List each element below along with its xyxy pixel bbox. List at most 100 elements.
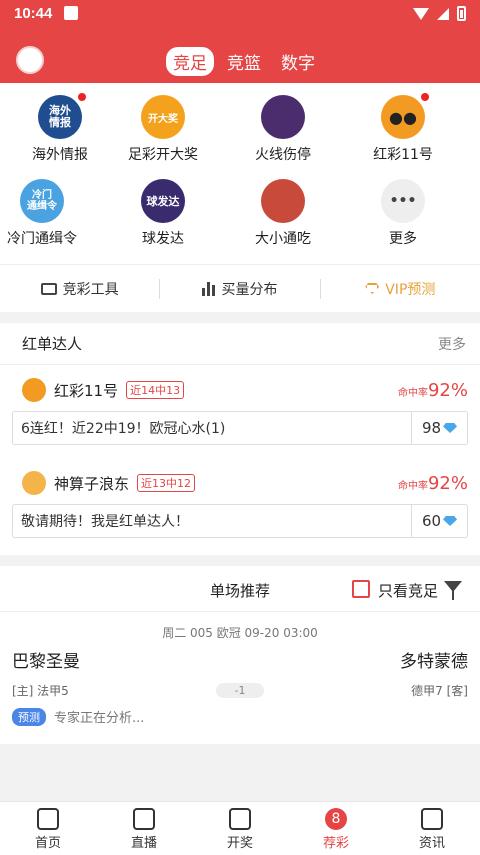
match-meta: 周二 005 欧冠 09-20 03:00 bbox=[162, 626, 318, 640]
feature-label: 火线伤停 bbox=[255, 147, 311, 163]
cold-wanted-icon: 冷门 通缉令 bbox=[20, 179, 64, 223]
feature-grid: 海外 情报 海外情报 开大奖 足彩开大奖 火线伤停 ●● 红彩11号 冷门 通缉令 … bbox=[0, 83, 480, 264]
expert-item[interactable]: 红彩11号 近14中13 命中率92% 6连红！近22中19！欧冠心水(1) 9… bbox=[0, 373, 480, 445]
pick-box[interactable]: 6连红！近22中19！欧冠心水(1) 98 bbox=[12, 411, 468, 445]
more-dots-icon: ••• bbox=[381, 179, 425, 223]
signal-icon bbox=[437, 7, 449, 20]
away-info: 德甲7 [客] bbox=[411, 684, 468, 698]
pick-text: 6连红！近22中19！欧冠心水(1) bbox=[21, 421, 226, 437]
battery-icon bbox=[457, 6, 466, 21]
red-list-card: 红单达人 更多 红彩11号 近14中13 命中率92% 6连红！近22中19！欧… bbox=[0, 323, 480, 555]
overseas-intel-icon: 海外 情报 bbox=[38, 93, 86, 139]
nav-label: 资讯 bbox=[418, 836, 445, 851]
feature-hongcai-11[interactable]: ●● 红彩11号 bbox=[343, 93, 463, 164]
recommend-header: 单场推荐 只看竞足 bbox=[0, 566, 480, 612]
news-icon bbox=[421, 808, 443, 830]
expert-item[interactable]: 神算子浪东 近13中12 命中率92% 敬请期待！我是红单达人！ 60 bbox=[0, 466, 480, 538]
nav-live[interactable]: 直播 bbox=[96, 802, 192, 855]
match-card[interactable]: 周二 005 欧冠 09-20 03:00 巴黎圣曼 多特蒙德 [主] 法甲5 … bbox=[0, 624, 480, 726]
play-icon bbox=[133, 808, 155, 830]
expert-avatar bbox=[22, 378, 46, 402]
big-prize-icon: 开大奖 bbox=[141, 95, 185, 139]
badge-dot bbox=[421, 93, 429, 101]
only-jingzu-label[interactable]: 只看竞足 bbox=[378, 580, 438, 601]
nav-label: 首页 bbox=[34, 836, 61, 851]
handicap-badge: -1 bbox=[216, 683, 264, 698]
tool-label: 买量分布 bbox=[221, 281, 278, 298]
home-icon bbox=[37, 808, 59, 830]
status-bar: 10:44 bbox=[0, 0, 480, 28]
feature-more[interactable]: ••• 更多 bbox=[343, 179, 463, 248]
home-info: [主] 法甲5 bbox=[12, 684, 69, 698]
bar-chart-icon bbox=[202, 281, 216, 296]
trophy-icon bbox=[229, 808, 251, 830]
feature-label: 红彩11号 bbox=[373, 147, 433, 163]
feature-label: 更多 bbox=[389, 231, 417, 247]
pick-price[interactable]: 60 bbox=[411, 505, 467, 537]
home-team: 巴黎圣曼 bbox=[12, 652, 80, 672]
red-list-header: 红单达人 更多 bbox=[0, 323, 480, 365]
only-jingzu-checkbox[interactable] bbox=[352, 580, 370, 598]
badge-dot bbox=[78, 93, 86, 101]
feature-cold-wanted[interactable]: 冷门 通缉令 冷门通缉令 bbox=[0, 179, 102, 248]
price-value: 98 bbox=[421, 419, 442, 437]
player-injury-icon bbox=[261, 95, 305, 139]
record-badge: 近13中12 bbox=[137, 474, 196, 492]
notification-icon bbox=[64, 6, 78, 20]
away-team: 多特蒙德 bbox=[400, 652, 468, 672]
diamond-icon bbox=[365, 283, 380, 294]
nav-home[interactable]: 首页 bbox=[0, 802, 96, 855]
diamond-icon bbox=[443, 423, 458, 433]
nav-label: 直播 bbox=[130, 836, 157, 851]
user-avatar[interactable] bbox=[16, 46, 44, 74]
feature-label: 大小通吃 bbox=[255, 231, 311, 247]
lottery-tabs: 竞足 竞篮 数字 bbox=[166, 47, 322, 76]
hit-rate: 命中率92% bbox=[398, 380, 468, 401]
hit-rate-label: 命中率 bbox=[397, 387, 428, 399]
tab-jingzu[interactable]: 竞足 bbox=[166, 47, 214, 76]
nav-label: 荐彩 bbox=[322, 836, 349, 851]
hit-rate-value: 92% bbox=[427, 472, 468, 494]
feature-injuries[interactable]: 火线伤停 bbox=[223, 95, 343, 164]
buy-distribution-button[interactable]: 买量分布 bbox=[160, 279, 319, 299]
pick-box[interactable]: 敬请期待！我是红单达人！ 60 bbox=[12, 504, 468, 538]
nav-recommend[interactable]: 8 荐彩 bbox=[288, 802, 384, 855]
single-match-recommend: 单场推荐 只看竞足 周二 005 欧冠 09-20 03:00 巴黎圣曼 多特蒙… bbox=[0, 566, 480, 744]
pick-text: 敬请期待！我是红单达人！ bbox=[21, 514, 189, 530]
feature-big-prize[interactable]: 开大奖 足彩开大奖 bbox=[103, 95, 223, 164]
tab-jinglan[interactable]: 竞篮 bbox=[220, 47, 268, 76]
app-header: 10:44 竞足 竞篮 数字 bbox=[0, 0, 480, 83]
feature-over-under[interactable]: 大小通吃 bbox=[223, 179, 343, 248]
bottom-nav: 首页 直播 开奖 8 荐彩 资讯 bbox=[0, 801, 480, 855]
qiufada-icon: 球发达 bbox=[141, 179, 185, 223]
tools-row: 竞彩工具 买量分布 VIP预测 bbox=[0, 264, 480, 312]
hit-rate-label: 命中率 bbox=[397, 480, 428, 492]
diamond-icon bbox=[443, 516, 458, 526]
feature-label: 足彩开大奖 bbox=[128, 147, 198, 163]
feature-label: 冷门通缉令 bbox=[7, 231, 77, 247]
nav-label: 开奖 bbox=[226, 836, 253, 851]
expert-name: 红彩11号 bbox=[54, 381, 119, 400]
nav-draw[interactable]: 开奖 bbox=[192, 802, 288, 855]
section-title: 红单达人 bbox=[22, 335, 83, 353]
nav-news[interactable]: 资讯 bbox=[384, 802, 480, 855]
tool-label: 竞彩工具 bbox=[62, 281, 119, 298]
status-time: 10:44 bbox=[14, 5, 53, 22]
more-link[interactable]: 更多 bbox=[438, 334, 466, 354]
feature-overseas-intel[interactable]: 海外 情报 海外情报 bbox=[0, 93, 120, 164]
lottery-tools-button[interactable]: 竞彩工具 bbox=[0, 279, 159, 299]
feature-qiufada[interactable]: 球发达 球发达 bbox=[103, 179, 223, 248]
price-value: 60 bbox=[421, 512, 442, 530]
expert-name: 神算子浪东 bbox=[54, 474, 130, 493]
recommend-badge-icon: 8 bbox=[325, 808, 347, 830]
wifi-icon bbox=[413, 7, 429, 20]
vip-predict-button[interactable]: VIP预测 bbox=[321, 279, 480, 299]
record-badge: 近14中13 bbox=[126, 381, 185, 399]
tool-label: VIP预测 bbox=[385, 281, 436, 298]
hit-rate: 命中率92% bbox=[398, 473, 468, 494]
pick-price[interactable]: 98 bbox=[411, 412, 467, 444]
filter-icon[interactable] bbox=[444, 581, 462, 600]
predict-tag: 预测 bbox=[12, 707, 46, 726]
tab-shuzi[interactable]: 数字 bbox=[274, 47, 322, 76]
feature-label: 海外情报 bbox=[32, 147, 88, 163]
